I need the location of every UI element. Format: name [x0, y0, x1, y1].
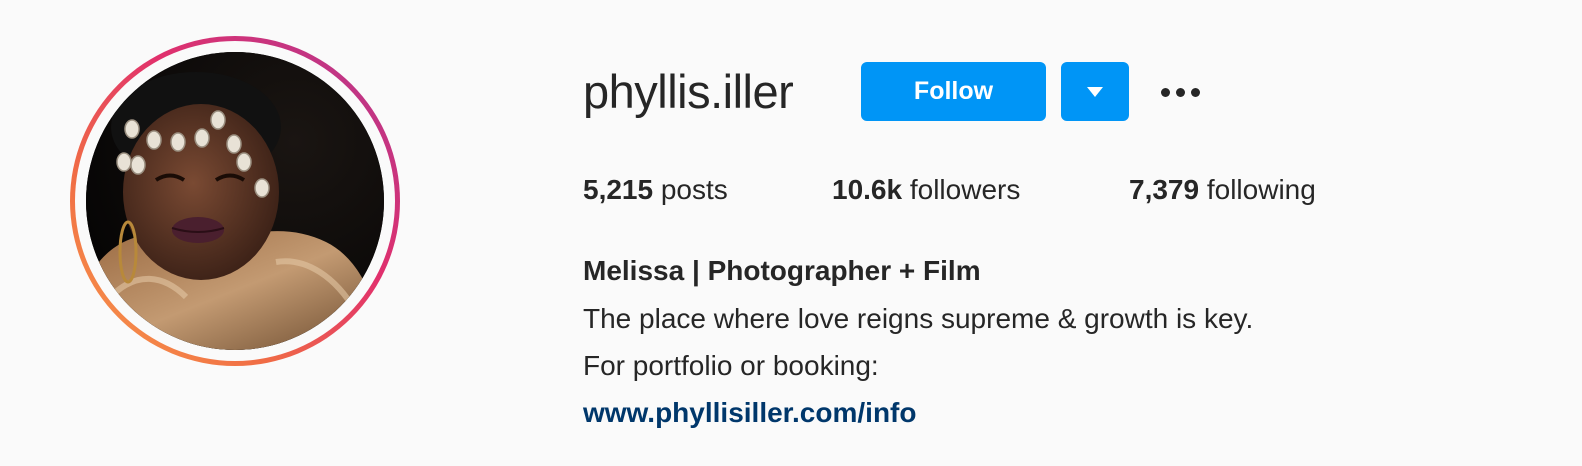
more-options-button[interactable] [1152, 72, 1208, 112]
story-ring[interactable] [70, 36, 400, 366]
avatar[interactable] [86, 52, 384, 350]
posts-label: posts [660, 174, 728, 205]
following-stat[interactable]: 7,379 following [1129, 170, 1316, 210]
posts-stat: 5,215 posts [583, 170, 728, 210]
bio-text-line: For portfolio or booking: [583, 350, 879, 381]
followers-label: followers [909, 174, 1021, 205]
username: phyllis.iller [583, 65, 794, 118]
followers-stat[interactable]: 10.6k followers [832, 170, 1020, 210]
bio-text-line: The place where love reigns supreme & gr… [583, 303, 1254, 334]
profile-header: phyllis.iller Follow 5,215 posts 10.6k f… [0, 0, 1582, 466]
suggested-accounts-dropdown-button[interactable] [1061, 62, 1129, 121]
followers-count: 10.6k [832, 174, 903, 205]
posts-count: 5,215 [583, 174, 654, 205]
follow-button[interactable]: Follow [861, 62, 1046, 121]
bio-website-link[interactable]: www.phyllisiller.com/info [583, 394, 916, 432]
profile-photo-icon [86, 52, 384, 350]
following-count: 7,379 [1129, 174, 1200, 205]
following-label: following [1206, 174, 1316, 205]
more-options-icon [1160, 87, 1170, 97]
caret-down-icon [1087, 86, 1103, 97]
bio-name: Melissa | Photographer + Film [583, 255, 981, 286]
